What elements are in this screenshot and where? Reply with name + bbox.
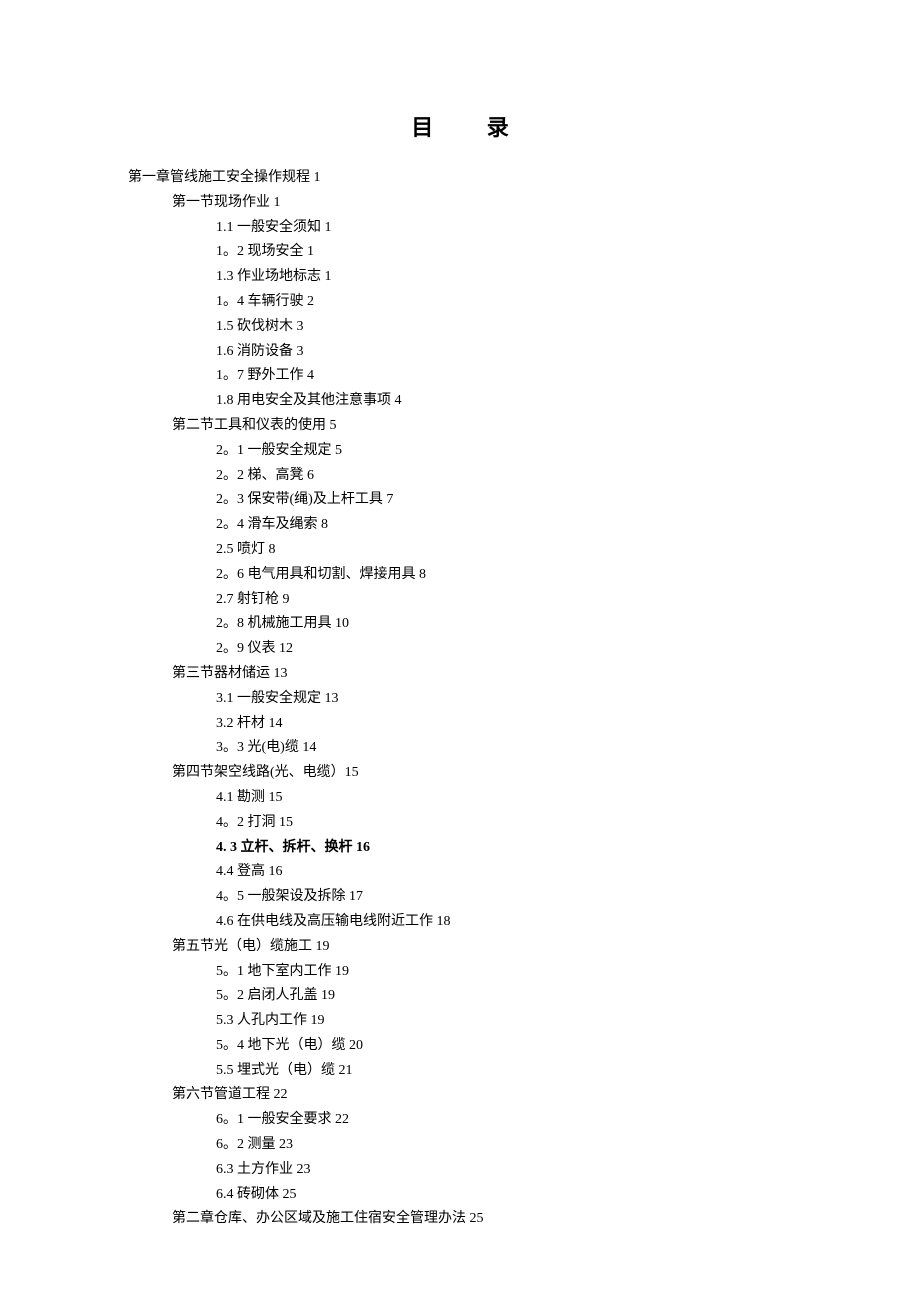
toc-entry: 6。2 测量 23 — [128, 1133, 920, 1158]
toc-entry: 1.1 一般安全须知 1 — [128, 216, 920, 241]
toc-entry: 3.1 一般安全规定 13 — [128, 687, 920, 712]
toc-entry: 5.5 埋式光（电）缆 21 — [128, 1059, 920, 1084]
toc-entry: 3。3 光(电)缆 14 — [128, 736, 920, 761]
toc-entry: 5。2 启闭人孔盖 19 — [128, 984, 920, 1009]
toc-title: 目 录 — [0, 110, 920, 142]
toc-entry: 第六节管道工程 22 — [128, 1083, 920, 1108]
toc-entry: 第二节工具和仪表的使用 5 — [128, 414, 920, 439]
toc-entry: 1.5 砍伐树木 3 — [128, 315, 920, 340]
toc-entry: 4. 3 立杆、拆杆、换杆 16 — [128, 836, 920, 861]
toc-entry: 第五节光（电）缆施工 19 — [128, 935, 920, 960]
toc-entry: 4。2 打洞 15 — [128, 811, 920, 836]
toc-entry: 4。5 一般架设及拆除 17 — [128, 885, 920, 910]
toc-entry: 1.8 用电安全及其他注意事项 4 — [128, 389, 920, 414]
toc-entry: 2。3 保安带(绳)及上杆工具 7 — [128, 488, 920, 513]
toc-entry: 2.7 射钉枪 9 — [128, 588, 920, 613]
toc-entry: 4.4 登高 16 — [128, 860, 920, 885]
toc-entry: 第四节架空线路(光、电缆）15 — [128, 761, 920, 786]
toc-entry: 2。4 滑车及绳索 8 — [128, 513, 920, 538]
toc-entry: 6.3 土方作业 23 — [128, 1158, 920, 1183]
toc-entry: 1.3 作业场地标志 1 — [128, 265, 920, 290]
toc-entry: 2。6 电气用具和切割、焊接用具 8 — [128, 563, 920, 588]
toc-entry: 2。1 一般安全规定 5 — [128, 439, 920, 464]
toc-entry: 2。2 梯、高凳 6 — [128, 464, 920, 489]
toc-entry: 1.6 消防设备 3 — [128, 340, 920, 365]
toc-entry: 5。4 地下光（电）缆 20 — [128, 1034, 920, 1059]
toc-entry: 2.5 喷灯 8 — [128, 538, 920, 563]
toc-entry: 第二章仓库、办公区域及施工住宿安全管理办法 25 — [128, 1207, 920, 1232]
toc-entry: 第三节器材储运 13 — [128, 662, 920, 687]
toc-entry: 第一节现场作业 1 — [128, 191, 920, 216]
toc-entry: 5。1 地下室内工作 19 — [128, 960, 920, 985]
toc-entry: 6.4 砖砌体 25 — [128, 1183, 920, 1208]
toc-container: 第一章管线施工安全操作规程 1第一节现场作业 11.1 一般安全须知 11。2 … — [0, 166, 920, 1232]
toc-entry: 2。8 机械施工用具 10 — [128, 612, 920, 637]
toc-entry: 5.3 人孔内工作 19 — [128, 1009, 920, 1034]
toc-entry: 6。1 一般安全要求 22 — [128, 1108, 920, 1133]
toc-entry: 3.2 杆材 14 — [128, 712, 920, 737]
toc-entry: 1。2 现场安全 1 — [128, 240, 920, 265]
toc-entry: 1。7 野外工作 4 — [128, 364, 920, 389]
toc-entry: 4.1 勘测 15 — [128, 786, 920, 811]
toc-entry: 第一章管线施工安全操作规程 1 — [128, 166, 920, 191]
toc-entry: 2。9 仪表 12 — [128, 637, 920, 662]
toc-entry: 4.6 在供电线及高压输电线附近工作 18 — [128, 910, 920, 935]
toc-entry: 1。4 车辆行驶 2 — [128, 290, 920, 315]
